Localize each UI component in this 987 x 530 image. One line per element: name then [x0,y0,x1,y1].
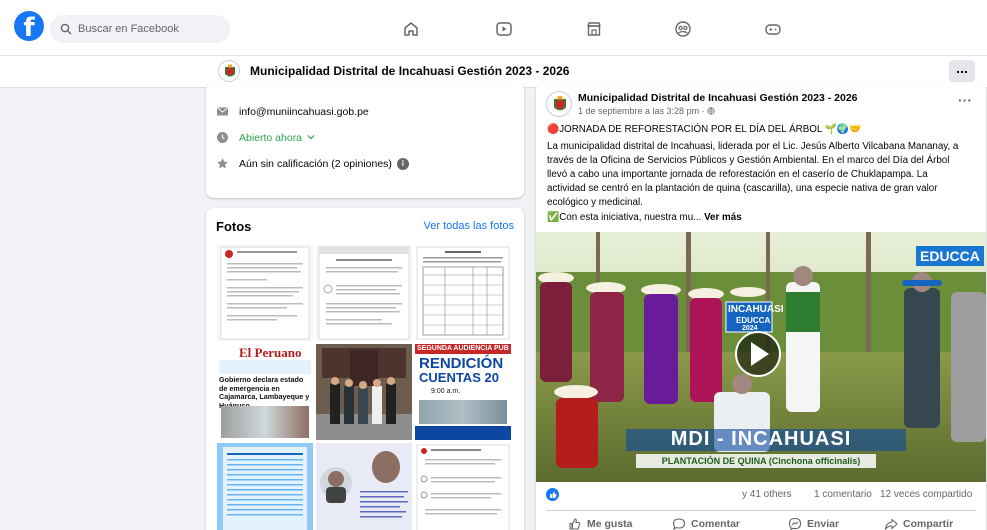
comment-button[interactable]: Comentar [672,517,740,530]
hours-row[interactable]: Abierto ahora [216,131,315,144]
home-icon[interactable] [402,20,420,38]
post-time-text[interactable]: 1 de septiembre a las 3:28 pm · [578,106,707,116]
like-button[interactable]: Me gusta [568,517,633,530]
marketplace-icon[interactable] [585,20,603,38]
post-body: La municipalidad distrital de Incahuasi,… [547,141,959,208]
star-icon [216,157,229,170]
thumb-banner-text: SEGUNDA AUDIENCIA PUB [417,345,509,352]
comment-label: Comentar [691,518,741,530]
post-author-name[interactable]: Municipalidad Distrital de Incahuasi Ges… [578,92,858,104]
video-title: MDI - INCAHUASI [670,428,852,450]
post-continuation: ✅Con esta iniciativa, nuestra mu... Ver … [547,211,967,225]
page-more-button[interactable]: ... [949,60,975,82]
send-label: Enviar [807,518,840,530]
share-icon [884,518,898,530]
groups-icon[interactable] [674,20,692,38]
open-status[interactable]: Abierto ahora [239,132,302,144]
thumb-subtitle: CUENTAS 20 [419,370,499,385]
search-box[interactable] [50,15,230,43]
post-actions-bar: Me gusta Comentar Enviar Compartir [546,510,976,530]
share-label: Compartir [903,518,954,530]
thumb-time: 9:00 a.m. [431,388,461,395]
page-avatar[interactable] [218,60,240,82]
gaming-icon[interactable] [764,20,782,38]
comment-icon [672,518,686,530]
globe-icon [707,107,715,115]
messenger-icon [788,517,802,530]
post-headline: 🔴JORNADA DE REFORESTACIÓN POR EL DÍA DEL… [547,124,862,135]
photo-thumbnail[interactable] [415,245,511,341]
comment-count[interactable]: 1 comentario [814,489,872,500]
envelope-icon [216,105,229,118]
photo-thumbnail[interactable]: SEGUNDA AUDIENCIA PUB RENDICIÓN CUENTAS … [415,344,511,440]
see-all-photos-link[interactable]: Ver todas las fotos [424,220,515,232]
photo-thumbnail[interactable] [415,443,511,530]
see-more-link[interactable]: Ver más [704,212,742,223]
post-video[interactable]: INCAHUASI EDUCCA 2024 EDUCCA MDI - INCAH… [536,232,986,482]
info-icon[interactable]: i [396,157,409,170]
photo-thumbnail[interactable] [316,245,412,341]
chevron-down-icon[interactable] [307,132,315,144]
share-count[interactable]: 12 veces compartido [880,489,972,500]
clock-icon [216,131,229,144]
photo-grid: El Peruano Gobierno declara estado de em… [217,245,511,530]
rating-text: Aún sin calificación (2 opiniones) [239,157,392,170]
post-author-avatar[interactable] [546,91,572,117]
search-icon [60,23,72,35]
post-more-button[interactable]: ··· [958,92,972,108]
photo-thumbnail[interactable]: El Peruano Gobierno declara estado de em… [217,344,313,440]
post-timestamp[interactable]: 1 de septiembre a las 3:28 pm · [578,106,715,116]
photo-thumbnail[interactable] [217,443,313,530]
share-button[interactable]: Compartir [884,517,953,530]
email-address[interactable]: info@muniincahuasi.gob.pe [239,106,369,118]
photos-card: Fotos Ver todas las fotos El Peruano Gob… [206,208,524,530]
video-sign-line3: 2024 [742,325,758,332]
rating-row: Aún sin calificación (2 opiniones) i [216,157,409,170]
video-icon[interactable] [495,20,513,38]
thumbs-up-icon [569,518,581,530]
video-subtitle: PLANTACIÓN DE QUINA (Cinchona officinali… [661,456,861,466]
photo-thumbnail[interactable] [316,443,412,530]
video-sign-line1: INCAHUASI [728,304,784,315]
search-input[interactable] [78,23,218,35]
post-card: Municipalidad Distrital de Incahuasi Ges… [536,82,986,530]
photo-thumbnail[interactable] [316,344,412,440]
newspaper-masthead: El Peruano [239,345,302,360]
facebook-logo-icon[interactable]: f [14,11,44,41]
email-row: info@muniincahuasi.gob.pe [216,105,369,118]
post-stats-bar: y 41 others 1 comentario 12 veces compar… [546,488,976,504]
post-truncated-line: ✅Con esta iniciativa, nuestra mu... [547,212,702,223]
reaction-count[interactable]: y 41 others [742,489,791,500]
page-title[interactable]: Municipalidad Distrital de Incahuasi Ges… [250,64,569,78]
like-reaction-icon[interactable] [546,488,559,501]
like-label: Me gusta [587,518,633,530]
video-logo: EDUCCA [916,246,984,266]
page-info-card: info@muniincahuasi.gob.pe Abierto ahora … [206,82,524,198]
newspaper-headline: Gobierno declara estado de emergencia en… [219,375,310,410]
photo-thumbnail[interactable] [217,245,313,341]
top-navigation-bar: f [0,0,987,56]
photos-title: Fotos [216,219,252,234]
send-button[interactable]: Enviar [788,517,839,530]
video-sign-line2: EDUCCA [736,316,771,325]
